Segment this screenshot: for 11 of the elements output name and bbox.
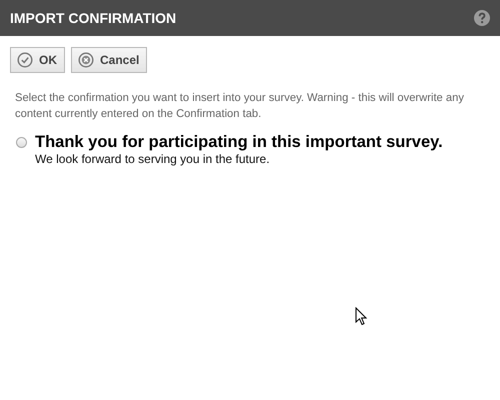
option-title: Thank you for participating in this important survey.	[35, 133, 443, 152]
mouse-pointer-icon	[355, 307, 368, 327]
help-icon[interactable]	[474, 10, 490, 26]
cancel-button[interactable]: Cancel	[71, 47, 148, 73]
option-subtitle: We look forward to serving you in the future.	[35, 152, 271, 167]
close-icon	[78, 52, 94, 68]
instruction-text: Select the confirmation you want to insert into your survey. Warning - this will overwrite any content currently entered on the Confirmation tab.	[15, 91, 465, 122]
radio-button[interactable]	[16, 137, 27, 148]
ok-button[interactable]: OK	[10, 47, 65, 73]
check-icon	[17, 52, 33, 68]
window-title: IMPORT CONFIRMATION	[10, 10, 176, 26]
